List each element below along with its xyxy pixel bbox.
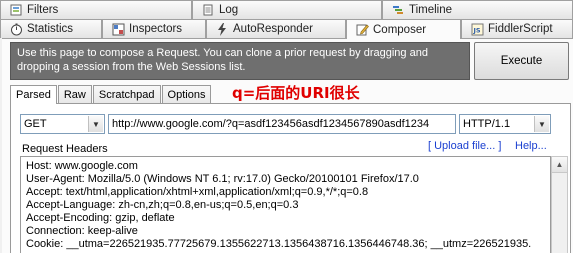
info-banner: Use this page to compose a Request. You …	[10, 42, 470, 80]
header-line: User-Agent: Mozilla/5.0 (Windows NT 6.1;…	[26, 173, 419, 185]
method-value: GET	[24, 118, 47, 130]
log-icon	[201, 3, 215, 17]
http-version-value: HTTP/1.1	[463, 118, 511, 130]
svg-text:JS: JS	[472, 26, 480, 34]
http-version-select[interactable]: HTTP/1.1 ▼	[459, 114, 551, 134]
request-headers-textarea[interactable]: Host: www.google.com User-Agent: Mozilla…	[20, 156, 551, 253]
subtab-options[interactable]: Options	[161, 85, 212, 103]
chevron-down-icon[interactable]: ▼	[88, 116, 103, 132]
request-headers-label: Request Headers	[22, 143, 108, 155]
tab-label: Log	[219, 4, 239, 16]
header-line: Accept-Encoding: gzip, deflate	[26, 212, 175, 224]
tab-filters[interactable]: Filters	[0, 0, 192, 19]
tab-composer[interactable]: Composer	[346, 19, 461, 39]
header-line: Host: www.google.com	[26, 160, 138, 172]
tab-label: AutoResponder	[233, 23, 313, 35]
annotation-text: q=后面的URI很长	[232, 84, 360, 102]
method-select[interactable]: GET ▼	[20, 114, 105, 134]
tab-label: Composer	[373, 23, 427, 36]
help-link[interactable]: Help...	[515, 140, 547, 152]
header-line: Accept-Language: zh-cn,zh;q=0.8,en-us;q=…	[26, 199, 299, 211]
header-line: Cookie: __utma=226521935.77725679.135562…	[26, 238, 532, 250]
subtab-scratchpad[interactable]: Scratchpad	[92, 85, 161, 103]
execute-button[interactable]: Execute	[474, 42, 569, 80]
lightning-icon	[215, 22, 229, 36]
main-tab-row: Statistics Inspectors AutoResponder Comp…	[0, 19, 573, 39]
timeline-icon	[391, 3, 405, 17]
tab-autoresponder[interactable]: AutoResponder	[206, 19, 346, 38]
subtab-raw[interactable]: Raw	[57, 85, 92, 103]
stopwatch-icon	[9, 22, 23, 36]
filters-icon	[9, 3, 23, 17]
tab-label: Filters	[27, 4, 59, 16]
chevron-down-icon[interactable]: ▼	[534, 116, 549, 132]
tab-label: Statistics	[27, 23, 74, 35]
header-line: Connection: keep-alive	[26, 225, 138, 237]
tab-timeline[interactable]: Timeline	[382, 0, 573, 19]
scroll-up-icon[interactable]: ▲	[552, 157, 567, 173]
top-tab-row: Filters Log Timeline	[0, 0, 573, 19]
tab-statistics[interactable]: Statistics	[0, 19, 102, 38]
headers-scrollbar[interactable]: ▲	[551, 156, 568, 253]
tab-label: Inspectors	[129, 23, 183, 35]
tab-label: Timeline	[409, 4, 453, 16]
tab-label: FiddlerScript	[488, 23, 553, 35]
tab-fiddlerscript[interactable]: JS FiddlerScript	[461, 19, 573, 38]
inspectors-icon	[111, 22, 125, 36]
tab-inspectors[interactable]: Inspectors	[102, 19, 206, 38]
upload-file-link[interactable]: [ Upload file... ]	[428, 140, 501, 152]
tab-log[interactable]: Log	[192, 0, 382, 19]
composer-subtabs: Parsed Raw Scratchpad Options	[10, 85, 212, 104]
pencil-icon	[355, 22, 369, 36]
script-icon: JS	[470, 22, 484, 36]
url-input[interactable]: http://www.google.com/?q=asdf123456asdf1…	[108, 114, 456, 134]
subtab-parsed[interactable]: Parsed	[10, 85, 57, 104]
header-line: Accept: text/html,application/xhtml+xml,…	[26, 186, 369, 198]
